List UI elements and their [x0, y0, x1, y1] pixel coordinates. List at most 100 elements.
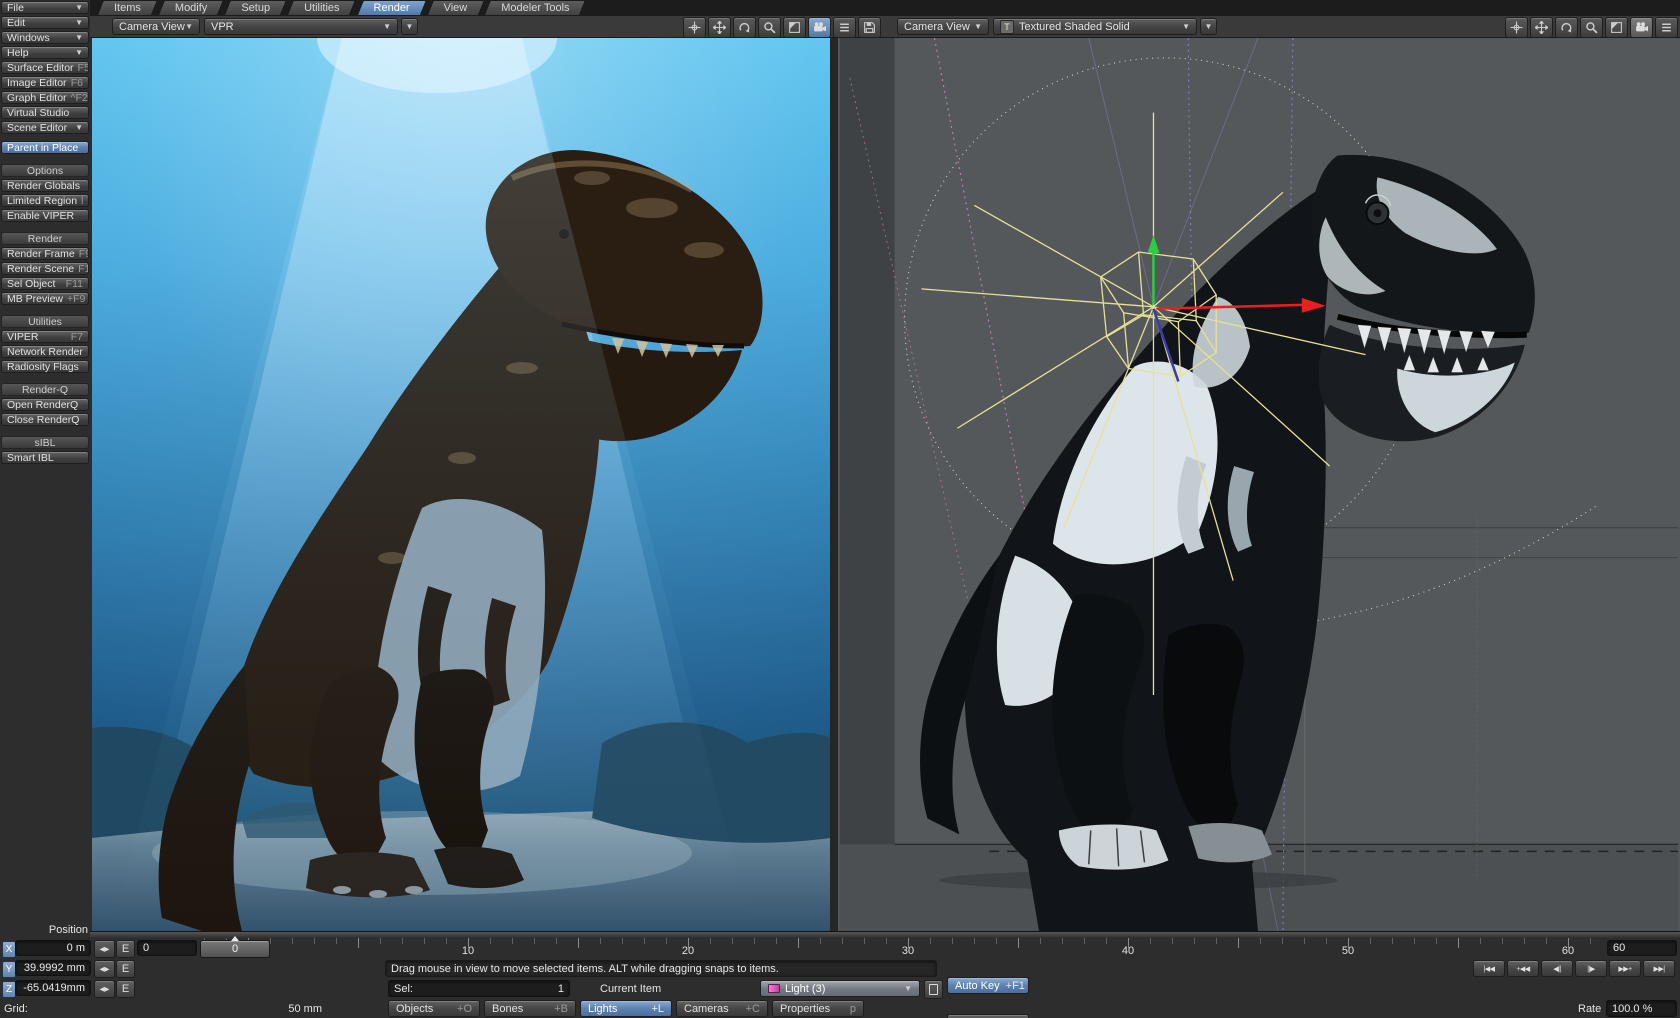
create-key-button[interactable]: Create Keyret — [947, 1014, 1029, 1018]
last-frame-field[interactable]: 60 — [1607, 940, 1677, 956]
skip-end-button[interactable]: ▶▶| — [1643, 960, 1675, 977]
shortcut-label: ^F2 — [71, 92, 88, 104]
nudge-stepper[interactable]: ◀▶ — [94, 980, 115, 998]
menu-edit[interactable]: Edit▼ — [1, 16, 89, 29]
sidebar-item-enable-viper[interactable]: Enable VIPER — [1, 209, 89, 222]
step-back-button[interactable]: ◀|| — [1541, 960, 1573, 977]
sidebar-item-network-render[interactable]: Network Render — [1, 345, 89, 358]
tab-setup[interactable]: Setup — [227, 0, 284, 15]
right-render-mode-dropdown[interactable]: T Textured Shaded Solid ▼ — [993, 18, 1197, 35]
sidebar-item-scene-editor[interactable]: Scene Editor▼ — [1, 121, 89, 134]
bones-button[interactable]: Bones+B — [484, 1000, 576, 1017]
tab-items[interactable]: Items — [100, 0, 155, 15]
menu-windows[interactable]: Windows▼ — [1, 31, 89, 44]
nudge-stepper[interactable]: ◀▶ — [94, 940, 115, 958]
properties-button[interactable]: Propertiesp — [772, 1000, 864, 1017]
sidebar-item-surface-editor[interactable]: Surface EditorF5 — [1, 61, 89, 74]
menu-label: Windows — [7, 32, 50, 44]
menu-file[interactable]: File▼ — [1, 1, 89, 14]
sidebar-item-virtual-studio[interactable]: Virtual Studio — [1, 106, 89, 119]
last-frame-value: 60 — [1613, 942, 1625, 954]
zoom-icon[interactable] — [758, 17, 781, 38]
item-list-button[interactable] — [924, 980, 943, 999]
save-icon[interactable] — [858, 17, 881, 38]
camera-icon[interactable] — [808, 17, 831, 38]
chevron-down-icon: ▼ — [185, 23, 193, 31]
sidebar-item-render-scene[interactable]: Render SceneF10 — [1, 262, 89, 275]
sidebar-item-render-globals[interactable]: Render Globals — [1, 179, 89, 192]
sidebar-item-image-editor[interactable]: Image EditorF6 — [1, 76, 89, 89]
sidebar-item-open-renderq[interactable]: Open RenderQ — [1, 398, 89, 411]
current-frame-value: 0 — [143, 942, 149, 954]
move-icon[interactable] — [1505, 17, 1528, 38]
sidebar-item-close-renderq[interactable]: Close RenderQ — [1, 413, 89, 426]
tab-modify[interactable]: Modify — [161, 0, 221, 15]
parent-in-place-button[interactable]: Parent in Place — [1, 141, 89, 154]
objects-button[interactable]: Objects+O — [388, 1000, 480, 1017]
hint-text-field: Drag mouse in view to move selected item… — [385, 960, 937, 977]
sidebar-item-mb-preview[interactable]: MB Preview+F9 — [1, 292, 89, 305]
sidebar-item-viper[interactable]: VIPERF7 — [1, 330, 89, 343]
axis-x-value-field[interactable]: 0 m — [15, 940, 91, 956]
pan-icon[interactable] — [708, 17, 731, 38]
axis-z-value-field[interactable]: -65.0419mm — [15, 980, 91, 996]
cameras-button[interactable]: Cameras+C — [676, 1000, 768, 1017]
envelope-button[interactable]: E — [116, 980, 135, 998]
lights-button[interactable]: Lights+L — [580, 1000, 672, 1017]
envelope-button[interactable]: E — [116, 940, 135, 958]
menu-help[interactable]: Help▼ — [1, 46, 89, 59]
sidebar-item-label: Virtual Studio — [7, 107, 69, 119]
shortcut-label: +C — [746, 1003, 760, 1015]
prev-keyframe-button[interactable]: +◀◀ — [1507, 960, 1539, 977]
current-frame-field[interactable]: 0 — [137, 940, 197, 956]
left-viewport-canvas[interactable] — [92, 38, 830, 931]
next-keyframe-button[interactable]: ▶▶+ — [1609, 960, 1641, 977]
orbit-icon[interactable] — [733, 17, 756, 38]
timeline-slider[interactable]: 0 — [200, 940, 270, 958]
axis-y-badge: Y — [2, 961, 16, 978]
move-icon[interactable] — [683, 17, 706, 38]
axis-y-value-field[interactable]: 39.9992 mm — [15, 960, 91, 976]
skip-start-button[interactable]: |◀◀ — [1473, 960, 1505, 977]
left-view-type-dropdown[interactable]: Camera View ▼ — [112, 18, 200, 35]
auto-key-button[interactable]: Auto Key+F1 — [947, 977, 1029, 994]
list-icon[interactable] — [833, 17, 856, 38]
tab-utilities[interactable]: Utilities — [290, 0, 353, 15]
sidebar-item-smart-ibl[interactable]: Smart IBL — [1, 451, 89, 464]
viewport-scrollbar[interactable] — [90, 931, 1680, 938]
sidebar-item-radiosity-flags[interactable]: Radiosity Flags — [1, 360, 89, 373]
sidebar-item-label: Enable VIPER — [7, 210, 74, 222]
zoom-icon[interactable] — [1580, 17, 1603, 38]
timeline-tick-label: 30 — [888, 945, 928, 957]
left-viewport-options-button[interactable]: ▼ — [401, 18, 418, 35]
tab-render[interactable]: Render — [360, 0, 424, 15]
envelope-button[interactable]: E — [116, 960, 135, 978]
sidebar-item-limited-region[interactable]: Limited Regionl — [1, 194, 89, 207]
nudge-stepper[interactable]: ◀▶ — [94, 960, 115, 978]
menu-label: File — [7, 2, 24, 14]
orbit-icon[interactable] — [1555, 17, 1578, 38]
tab-label: Items — [114, 2, 141, 14]
rate-field[interactable]: 100.0 % — [1606, 1000, 1677, 1017]
sidebar-item-graph-editor[interactable]: Graph Editor^F2 — [1, 91, 89, 104]
list-icon[interactable] — [1655, 17, 1678, 38]
pan-icon[interactable] — [1530, 17, 1553, 38]
current-item-dropdown[interactable]: Light (3) ▼ — [760, 980, 920, 997]
camera-icon[interactable] — [1630, 17, 1653, 38]
left-render-mode-label: VPR — [211, 21, 234, 33]
tab-view[interactable]: View — [430, 0, 482, 15]
sidebar-item-label: Network Render — [7, 346, 83, 358]
step-forward-button[interactable]: ||▶ — [1575, 960, 1607, 977]
maximize-icon[interactable] — [783, 17, 806, 38]
right-view-type-dropdown[interactable]: Camera View ▼ — [897, 18, 989, 35]
sidebar-item-sel-object[interactable]: Sel ObjectF11 — [1, 277, 89, 290]
maximize-icon[interactable] — [1605, 17, 1628, 38]
rate-value: 100.0 % — [1612, 1003, 1652, 1015]
viewport-divider[interactable] — [830, 38, 838, 931]
tab-modeler-tools[interactable]: Modeler Tools — [487, 0, 583, 15]
right-viewport-options-button[interactable]: ▼ — [1200, 18, 1217, 35]
right-viewport-canvas[interactable] — [838, 38, 1680, 931]
button-label: Objects — [396, 1003, 433, 1015]
left-render-mode-dropdown[interactable]: VPR ▼ — [204, 18, 398, 35]
sidebar-item-render-frame[interactable]: Render FrameF9 — [1, 247, 89, 260]
